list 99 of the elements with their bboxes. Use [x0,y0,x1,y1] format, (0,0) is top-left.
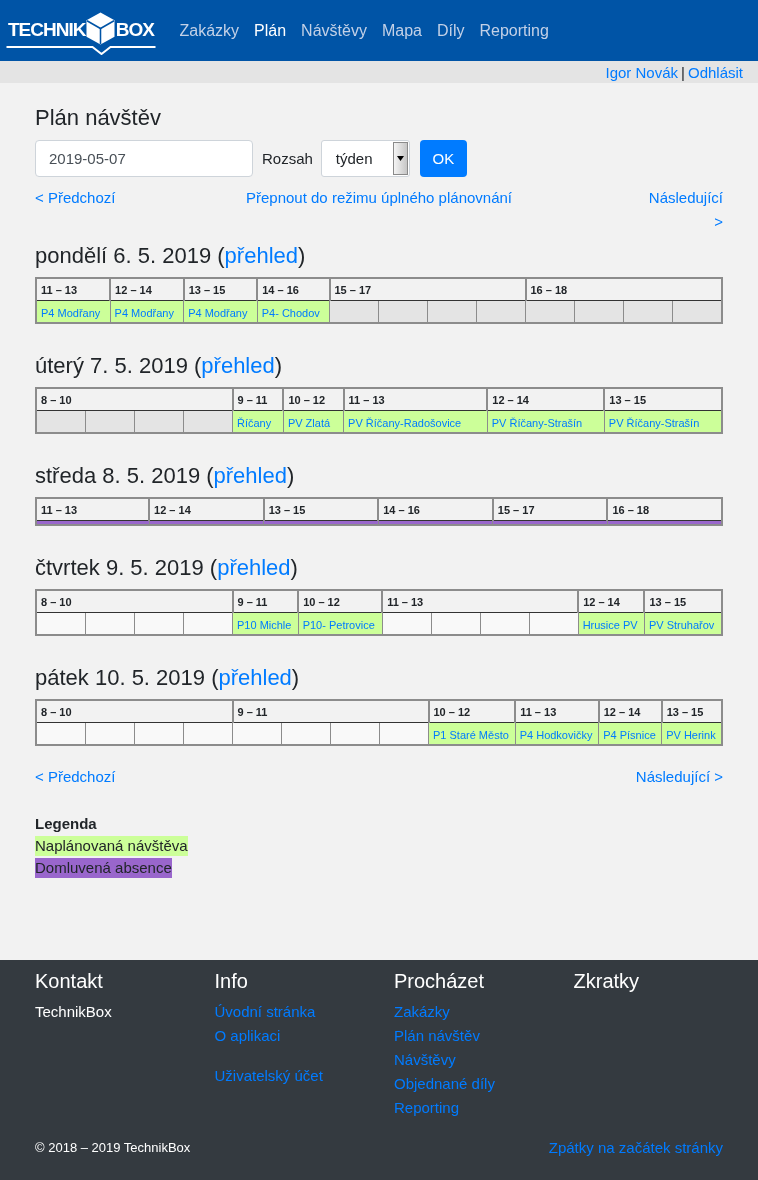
nav-tab[interactable]: Návštěvy [293,12,375,49]
day-heading: pondělí 6. 5. 2019 (přehled) [35,243,307,269]
chevron-underline-icon [6,45,156,55]
planning-mode-link[interactable]: Přepnout do režimu úplného plánovnání [246,189,512,206]
next-link[interactable]: Následující > [643,186,723,234]
time-slot-header: 12 – 14 [487,388,605,411]
time-slot-header: 16 – 18 [607,498,722,521]
visit-link[interactable]: PV Herink [666,729,716,741]
legend-item: Domluvená absence [35,858,172,878]
visit-link[interactable]: P1 Staré Město [433,729,509,741]
time-slot-header: 12 – 14 [149,498,264,521]
time-slot-header: 13 – 15 [604,388,722,411]
ok-button[interactable]: OK [419,140,467,177]
time-slot-header: 11 – 13 [515,700,599,723]
cube-icon [86,12,116,45]
previous-link[interactable]: < Předchozí [35,765,116,789]
nav-tab[interactable]: Díly [429,12,472,49]
time-slot-header: 8 – 10 [36,388,233,411]
nav-tab[interactable]: Plán [246,12,294,49]
day-heading: pátek 10. 5. 2019 (přehled) [35,665,301,691]
time-slot-header: 11 – 13 [36,278,111,301]
time-slot-header: 11 – 13 [36,498,150,521]
visit-link[interactable]: PV Říčany-Strašín [491,417,583,429]
visit-link[interactable]: P4 Modřany [188,307,248,319]
footer-heading: Kontakt [35,969,104,994]
nav-tab[interactable]: Reporting [472,12,557,49]
overview-link[interactable]: přehled [213,463,287,488]
caret-icon [392,142,408,175]
time-slot-header: 15 – 17 [492,498,608,521]
time-slot-header: 16 – 18 [525,278,722,301]
visit-link[interactable]: P4 Písnice [603,729,656,741]
time-slot-header: 14 – 16 [257,278,330,301]
range-label: Rozsah [262,150,313,167]
footer-text: TechnikBox [35,1002,113,1022]
date-field[interactable]: 2019-05-07 [35,140,253,177]
time-slot-header: 8 – 10 [36,590,233,613]
overview-link[interactable]: přehled [201,353,275,378]
time-slot-header: 11 – 13 [382,590,579,613]
time-slot-header: 12 – 14 [578,590,645,613]
footer-heading: Info [214,969,249,994]
visit-link[interactable]: PV Říčany-Radošovice [348,417,462,429]
footer-heading: Zkratky [573,969,641,994]
legend-title: Legenda [35,814,98,834]
overview-link[interactable]: přehled [218,665,292,690]
time-slot-header: 10 – 12 [283,388,344,411]
time-slot-header: 11 – 13 [343,388,488,411]
day-heading: úterý 7. 5. 2019 (přehled) [35,353,284,379]
visit-link[interactable]: Říčany [237,417,272,429]
time-slot-header: 9 – 11 [232,590,299,613]
footer-link[interactable]: Uživatelský účet [214,1064,323,1088]
time-slot-header: 9 – 11 [232,388,284,411]
user-name-link[interactable]: Igor Novák [605,63,679,81]
visit-link[interactable]: P4 Hodkovičky [519,729,593,741]
visit-link[interactable]: P4- Chodov [261,307,320,319]
footer-heading: Procházet [394,969,486,994]
time-slot-header: 13 – 15 [661,700,722,723]
footer-link[interactable]: Reporting [394,1096,460,1120]
time-slot-header: 12 – 14 [598,700,662,723]
time-slot-header: 13 – 15 [263,498,379,521]
next-link[interactable]: Následující > [635,765,723,789]
logo-text: BOX [115,20,154,40]
day-heading: středa 8. 5. 2019 (přehled) [35,463,296,489]
visit-link[interactable]: PV Zlatá [287,417,331,429]
footer-link[interactable]: Zakázky [394,1000,450,1024]
visit-link[interactable]: PV Struhařov [648,619,715,631]
visit-link[interactable]: PV Říčany-Strašín [608,417,700,429]
time-slot-header: 12 – 14 [110,278,184,301]
visit-link[interactable]: Hrusice PV [582,619,638,631]
overview-link[interactable]: přehled [224,243,298,268]
overview-link[interactable]: přehled [217,555,291,580]
day-heading: čtvrtek 9. 5. 2019 (přehled) [35,555,299,581]
time-slot-header: 14 – 16 [378,498,493,521]
footer-link[interactable]: Objednané díly [394,1072,495,1096]
range-select[interactable]: týden [320,140,410,177]
time-slot-header: 10 – 12 [298,590,383,613]
visit-link[interactable]: P10- Petrovice [302,619,375,631]
time-slot-header: 8 – 10 [36,700,233,723]
previous-link[interactable]: < Předchozí [35,189,116,206]
time-slot-header: 15 – 17 [329,278,526,301]
copyright-text: © 2018 – 2019 TechnikBox [35,1139,191,1157]
time-slot-header: 13 – 15 [644,590,722,613]
footer-link[interactable]: Úvodní stránka [214,1000,316,1024]
logo-text: TECHNIK [8,20,86,40]
footer-link[interactable]: O aplikaci [214,1024,281,1048]
footer-link[interactable]: Návštěvy [394,1048,456,1072]
visit-link[interactable]: P4 Modřany [114,307,174,319]
visit-link[interactable]: P4 Modřany [41,307,101,319]
nav-tab[interactable]: Zakázky [172,12,247,49]
back-to-top-link[interactable]: Zpátky na začátek stránky [548,1136,723,1160]
time-slot-header: 9 – 11 [232,700,429,723]
logout-link[interactable]: Odhlásit [687,63,743,81]
nav-tab[interactable]: Mapa [374,12,430,49]
visit-link[interactable]: P10 Michle [237,619,292,631]
time-slot-header: 13 – 15 [183,278,258,301]
footer-link[interactable]: Plán návštěv [394,1024,480,1048]
separator: | [681,63,685,81]
time-slot-header: 10 – 12 [428,700,516,723]
page-title: Plán návštěv [35,105,162,131]
legend-item: Naplánovaná návštěva [35,836,188,856]
